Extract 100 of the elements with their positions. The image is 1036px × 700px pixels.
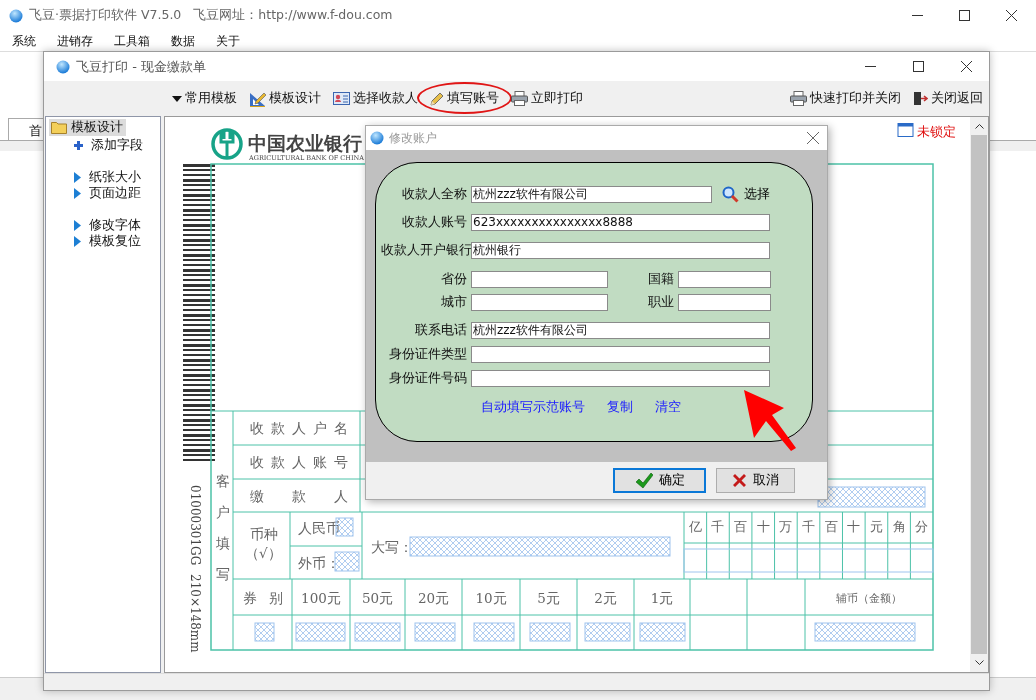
tree-item[interactable]: 模板设计 bbox=[49, 119, 126, 136]
printer-icon bbox=[790, 91, 807, 106]
tree-item[interactable]: 模板复位 bbox=[74, 233, 160, 249]
row-label: 收款人户名 bbox=[250, 420, 348, 436]
text-field[interactable] bbox=[678, 294, 771, 311]
text-field[interactable] bbox=[471, 271, 608, 288]
rmb-label: 人民币 bbox=[298, 520, 340, 536]
link[interactable]: 清空 bbox=[655, 399, 681, 416]
toolbar-button[interactable]: 选择收款人 bbox=[333, 90, 418, 107]
amount-unit: 千 bbox=[711, 519, 725, 534]
coin-label: 辅币（金额） bbox=[836, 592, 902, 605]
field-label: 国籍 bbox=[647, 271, 674, 288]
scroll-down-icon[interactable] bbox=[974, 660, 984, 666]
dialog-title: 修改账户 bbox=[389, 129, 437, 147]
maximize-icon[interactable] bbox=[913, 61, 924, 72]
tree-item[interactable]: 修改字体 bbox=[74, 217, 160, 233]
menu-item[interactable]: 关于 bbox=[216, 32, 240, 50]
amount-unit: 分 bbox=[915, 519, 929, 534]
ok-button[interactable]: 确定 bbox=[613, 468, 706, 493]
row-label: 缴款人 bbox=[250, 488, 348, 504]
toolbar-button[interactable]: 快速打印并关闭 bbox=[790, 90, 901, 107]
folder-icon bbox=[51, 121, 67, 134]
check-icon bbox=[634, 472, 653, 489]
amount-unit: 万 bbox=[779, 519, 793, 534]
text-field[interactable] bbox=[471, 346, 770, 363]
denomination: 5元 bbox=[537, 590, 560, 606]
scrollbar[interactable] bbox=[970, 117, 988, 672]
toolbar-button[interactable]: 立即打印 bbox=[511, 90, 583, 107]
denomination-label: 券别 bbox=[243, 590, 283, 606]
arrow-icon bbox=[74, 235, 81, 247]
hatch-field bbox=[295, 622, 346, 642]
menu-item[interactable]: 系统 bbox=[12, 32, 36, 50]
menu-item[interactable]: 工具箱 bbox=[114, 32, 150, 50]
bank-name: 中国农业银行 bbox=[248, 132, 362, 154]
toolbar-button[interactable]: 填写账号 bbox=[430, 90, 499, 107]
text-field[interactable]: 623xxxxxxxxxxxxxxx8888 bbox=[471, 214, 770, 231]
cross-icon bbox=[732, 473, 747, 488]
scroll-up-icon[interactable] bbox=[974, 123, 984, 129]
hatch-field bbox=[354, 622, 401, 642]
denomination: 1元 bbox=[650, 590, 674, 606]
link[interactable]: 复制 bbox=[607, 399, 633, 416]
maximize-icon[interactable] bbox=[959, 10, 970, 21]
text-field[interactable] bbox=[678, 271, 771, 288]
lock-status: 未锁定 bbox=[917, 124, 956, 139]
paper-size: 210×148mm bbox=[188, 574, 202, 653]
tree-item[interactable]: 纸张大小 bbox=[74, 169, 160, 185]
cancel-button[interactable]: 取消 bbox=[716, 468, 795, 493]
text-field[interactable]: 杭州zzz软件有限公司 bbox=[471, 186, 712, 203]
denomination: 2元 bbox=[594, 590, 617, 606]
denomination: 10元 bbox=[475, 590, 507, 606]
amount-unit: 亿 bbox=[688, 519, 702, 534]
printer-icon bbox=[511, 91, 528, 106]
text-field[interactable]: 杭州zzz软件有限公司 bbox=[471, 322, 770, 339]
toolbar-button[interactable]: 常用模板 bbox=[172, 90, 237, 107]
menu-item[interactable]: 进销存 bbox=[57, 32, 93, 50]
side-label: 客户填写 bbox=[216, 473, 230, 582]
select-button[interactable]: 选择 bbox=[722, 186, 770, 203]
contact-card-icon bbox=[333, 92, 350, 105]
search-icon bbox=[722, 186, 739, 203]
tree-item[interactable]: 添加字段 bbox=[74, 137, 160, 153]
menu-item[interactable]: 数据 bbox=[171, 32, 195, 50]
close-icon[interactable] bbox=[961, 61, 972, 72]
window-title: 飞豆·票据打印软件 V7.5.0 bbox=[29, 7, 182, 24]
hatch-field bbox=[639, 622, 686, 642]
text-field[interactable] bbox=[471, 370, 770, 387]
arrow-icon bbox=[74, 219, 81, 231]
hatch-field bbox=[334, 551, 360, 572]
field-label: 身份证件号码 bbox=[388, 370, 467, 387]
amount-unit: 十 bbox=[756, 519, 770, 534]
link[interactable]: 自动填写示范账号 bbox=[481, 399, 585, 416]
window-icon bbox=[56, 59, 70, 74]
amount-unit: 十 bbox=[847, 519, 861, 534]
field-label: 身份证件类型 bbox=[388, 346, 467, 363]
close-icon[interactable] bbox=[1006, 10, 1017, 21]
serial-number: 01000301GG bbox=[188, 485, 202, 566]
dialog-icon bbox=[370, 131, 384, 145]
foreign-currency-label: 外币： bbox=[298, 555, 340, 571]
amount-unit: 角 bbox=[892, 519, 906, 534]
amount-words-label: 大写： bbox=[371, 539, 413, 555]
exit-door-icon bbox=[913, 91, 928, 106]
plus-icon bbox=[74, 140, 83, 150]
text-field[interactable]: 杭州银行 bbox=[471, 242, 770, 259]
app-icon bbox=[9, 8, 23, 23]
field-label: 省份 bbox=[440, 271, 467, 288]
tab[interactable]: 首 bbox=[8, 118, 43, 140]
arrow-icon bbox=[74, 187, 81, 199]
currency-hint: （√） bbox=[245, 545, 282, 561]
hatch-field bbox=[473, 622, 515, 642]
tree-item[interactable]: 页面边距 bbox=[74, 185, 160, 201]
field-label: 城市 bbox=[440, 294, 467, 311]
bank-logo-icon bbox=[211, 128, 243, 160]
field-label: 收款人账号 bbox=[401, 214, 467, 231]
text-field[interactable] bbox=[471, 294, 608, 311]
toolbar-button[interactable]: 关闭返回 bbox=[913, 90, 983, 107]
amount-unit: 百 bbox=[734, 519, 748, 534]
pencil-icon bbox=[430, 91, 444, 106]
toolbar-button[interactable]: 模板设计 bbox=[249, 90, 321, 107]
amount-unit: 元 bbox=[869, 519, 883, 534]
close-icon[interactable] bbox=[807, 132, 819, 144]
hatch-field bbox=[414, 622, 456, 642]
